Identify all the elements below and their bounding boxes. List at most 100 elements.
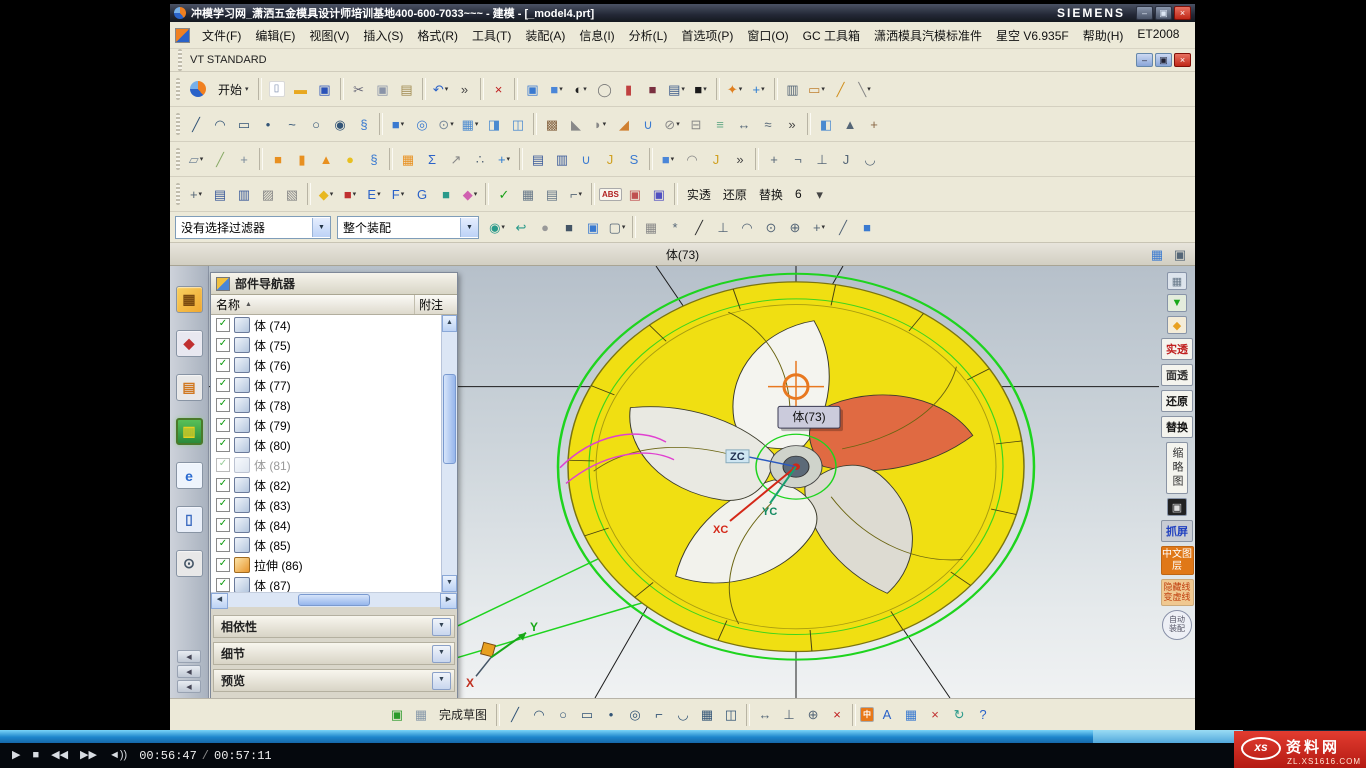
point-icon[interactable]: • (257, 113, 279, 135)
tree-row-checkbox[interactable]: ✓ (216, 358, 230, 372)
menu-item-3[interactable]: 插入(S) (356, 25, 410, 46)
shell-u-icon[interactable]: ∪ (575, 148, 597, 170)
fit-view-icon[interactable]: ▣ (522, 78, 544, 100)
orange-diamond-icon[interactable]: ◆ (1167, 316, 1187, 334)
block-icon[interactable]: ■ (267, 148, 289, 170)
close-button[interactable]: × (1174, 53, 1191, 67)
tree-row-checkbox[interactable]: ✓ (216, 418, 230, 432)
restore-display-button[interactable]: 还原 (1161, 390, 1193, 412)
cone-icon[interactable]: ▲ (315, 148, 337, 170)
chevron-down-icon[interactable]: ▼ (312, 218, 330, 237)
toolbar-grip[interactable] (176, 183, 180, 205)
scrollbar-thumb[interactable] (298, 594, 370, 606)
macro-text-button-3[interactable]: 6 (789, 184, 808, 204)
ellipse-icon[interactable]: ◉ (329, 113, 351, 135)
render-style-icon[interactable]: ◐▾ (570, 78, 592, 100)
pattern-feature-icon[interactable]: ▩ (541, 113, 563, 135)
corner-tool-icon[interactable]: ⌐▾ (565, 183, 587, 205)
measure-distance-icon[interactable]: ▭▾ (806, 78, 828, 100)
unite-icon[interactable]: ▦▾ (459, 113, 481, 135)
j-curve-icon[interactable]: J (599, 148, 621, 170)
start-menu-button[interactable]: 开始▾ (212, 78, 255, 101)
scrollbar-track[interactable] (228, 593, 440, 607)
pink-tool-icon[interactable]: ◆▾ (459, 183, 481, 205)
text-tool-icon[interactable]: A (876, 704, 898, 726)
scroll-down-icon[interactable]: ▼ (442, 575, 457, 592)
snap-j-icon[interactable]: J (835, 148, 857, 170)
instance-geometry-icon[interactable]: + (863, 113, 885, 135)
sketch-pattern-icon[interactable]: ▦ (696, 704, 718, 726)
rect-select-icon[interactable]: ▢▾ (606, 216, 628, 238)
row-overflow-chevron[interactable]: ▾ (809, 183, 831, 205)
new-file-icon[interactable]: ▯ (266, 78, 288, 100)
toolbar-grip[interactable] (176, 148, 180, 170)
add-component-icon[interactable]: ■▾ (657, 148, 679, 170)
tree-row-checkbox[interactable]: ✓ (216, 558, 230, 572)
menu-item-12[interactable]: 潇洒模具汽模标准件 (867, 25, 989, 46)
tree-vertical-scrollbar[interactable]: ▲ ▼ (441, 315, 457, 592)
toolbar-grip[interactable] (178, 49, 182, 71)
auto-dimension-icon[interactable]: ⊕ (802, 704, 824, 726)
selection-scope-dropdown[interactable]: 整个装配 ▼ (337, 216, 479, 239)
menu-item-4[interactable]: 格式(R) (410, 25, 465, 46)
chamfer-icon[interactable]: ◣ (565, 113, 587, 135)
mold-layer-icon[interactable]: ▣ (624, 183, 646, 205)
rectangle-icon[interactable]: ▭ (233, 113, 255, 135)
translucent-button[interactable]: 实透 (1161, 338, 1193, 360)
layer-settings-icon[interactable]: ▥ (782, 78, 804, 100)
thumbnail-button[interactable]: 缩略图 (1166, 442, 1188, 494)
wireframe-display-icon[interactable]: ◯ (594, 78, 616, 100)
perp-snap-icon[interactable]: ⊥ (712, 216, 734, 238)
toolbar-grip[interactable] (176, 78, 180, 100)
restore-button[interactable]: ▣ (1155, 6, 1172, 20)
tree-row[interactable]: ✓体 (83) (211, 495, 441, 515)
screen-capture-button[interactable]: 抓屏 (1161, 520, 1193, 542)
sketch-offset-icon[interactable]: ◎ (624, 704, 646, 726)
grid-tool-icon[interactable]: ▦ (900, 704, 922, 726)
slash2-snap-icon[interactable]: ╱ (832, 216, 854, 238)
chevron-down-icon[interactable]: ▼ (432, 645, 451, 663)
abs-icon[interactable]: ABS (599, 188, 622, 201)
menu-item-9[interactable]: 首选项(P) (674, 25, 740, 46)
sketch-point-icon[interactable]: • (600, 704, 622, 726)
more-chevron[interactable]: » (781, 113, 803, 135)
offset-surface-icon[interactable]: ≡ (709, 113, 731, 135)
tree-row-checkbox[interactable]: ✓ (216, 478, 230, 492)
trim-body-icon[interactable]: ⊘▾ (661, 113, 683, 135)
mold-layer2-icon[interactable]: ▣ (648, 183, 670, 205)
constraint-icon[interactable]: ⊥ (778, 704, 800, 726)
annotation-icon[interactable]: ╲▾ (854, 78, 876, 100)
tree-row[interactable]: ✓体 (78) (211, 395, 441, 415)
sketch-grid-icon[interactable]: ▦ (410, 704, 432, 726)
plus-tool-icon[interactable]: +▾ (493, 148, 515, 170)
sew-icon[interactable]: ≈ (757, 113, 779, 135)
chevron-down-icon[interactable]: ▼ (432, 672, 451, 690)
save-icon[interactable]: ▣ (314, 78, 336, 100)
resource-collapse-button[interactable]: ◀ (177, 680, 201, 693)
arc-snap-icon[interactable]: ◠ (736, 216, 758, 238)
open-file-icon[interactable]: ▬ (290, 78, 312, 100)
next-button[interactable]: ▶▶ (78, 750, 99, 761)
ruler-icon[interactable]: ╱ (830, 78, 852, 100)
red-tool-icon[interactable]: ■▾ (339, 183, 361, 205)
prev-button[interactable]: ◀◀ (49, 750, 70, 761)
chevron-down-icon[interactable]: ▼ (432, 618, 451, 636)
notebook-icon[interactable]: ▤ (209, 183, 231, 205)
point-set-icon[interactable]: ∴ (469, 148, 491, 170)
paste-icon[interactable]: ▤ (396, 78, 418, 100)
diamond-tool-icon[interactable]: ◆▾ (315, 183, 337, 205)
menu-item-5[interactable]: 工具(T) (465, 25, 518, 46)
video-progress-bar[interactable] (0, 730, 1366, 743)
sketch-corner-icon[interactable]: ⌐ (648, 704, 670, 726)
resource-collapse-button[interactable]: ◀ (177, 665, 201, 678)
helix-icon[interactable]: § (353, 113, 375, 135)
reuse-library-icon[interactable]: ▤ (176, 374, 203, 401)
tree-row[interactable]: ✓体 (75) (211, 335, 441, 355)
tree-row[interactable]: ✓体 (79) (211, 415, 441, 435)
screen-icon[interactable]: ▣ (1167, 498, 1187, 516)
preview-section[interactable]: 预览▼ (213, 669, 455, 692)
tree-row-checkbox[interactable]: ✓ (216, 378, 230, 392)
layers-icon[interactable]: ▤ (541, 183, 563, 205)
menu-item-15[interactable]: ET2008 (1130, 25, 1186, 46)
menu-item-13[interactable]: 星空 V6.935F (989, 25, 1076, 46)
